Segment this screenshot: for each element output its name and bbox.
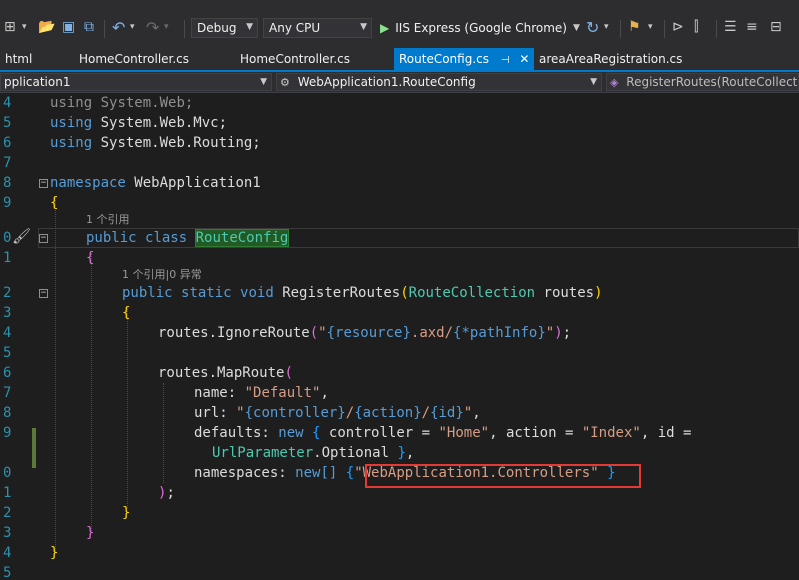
code-line-ignore-route: routes.IgnoreRoute("{resource}.axd/{*pat… (158, 325, 572, 341)
pin-icon[interactable]: ⊣ (501, 55, 510, 66)
collapse-class-icon[interactable]: − (39, 234, 48, 243)
chevron-down-icon: ▼ (360, 22, 367, 32)
menu-bar (0, 0, 799, 8)
member-select[interactable]: ◈ RegisterRoutes(RouteCollection (606, 73, 799, 91)
navigation-bar: pplication1 ▼ ⚙ WebApplication1.RouteCon… (0, 72, 799, 93)
line-number: 3 (3, 305, 12, 321)
code-line-ns-close: } (50, 545, 59, 561)
line-number: 4 (3, 325, 12, 341)
code-line-method: public static void RegisterRoutes(RouteC… (122, 285, 603, 301)
line-number: 0 (3, 230, 12, 246)
browser-link-dropdown-icon[interactable]: ▾ (648, 16, 653, 38)
comment-icon[interactable]: ☰ (724, 16, 737, 38)
solution-configuration-select[interactable]: Debug ▼ (191, 18, 258, 38)
line-number: 9 (3, 425, 12, 441)
code-line-using-mvc: using System.Web.Mvc; (50, 115, 228, 131)
line-number: 8 (3, 175, 12, 191)
collapse-namespace-icon[interactable]: − (39, 179, 48, 188)
line-number: 0 (3, 465, 12, 481)
code-line-method-close: } (122, 505, 131, 521)
type-select[interactable]: ⚙ WebApplication1.RouteConfig ▼ (276, 73, 602, 91)
undo-icon[interactable]: ↶ (112, 16, 125, 38)
redo-dropdown-icon[interactable]: ▾ (164, 16, 169, 38)
solution-platform-select[interactable]: Any CPU ▼ (263, 18, 372, 38)
uncomment-icon[interactable]: ≡ (746, 16, 758, 38)
chevron-down-icon: ▼ (260, 77, 267, 87)
annotation-highlight-box (365, 464, 641, 488)
document-tabs: html HomeController.cs HomeController.cs… (0, 48, 799, 72)
line-number: 9 (3, 195, 12, 211)
change-indicator (32, 428, 36, 468)
save-icon[interactable]: ▣ (62, 16, 75, 38)
tab-homecontroller-1[interactable]: HomeController.cs (74, 48, 224, 70)
code-line-url: url: "{controller}/{action}/{id}", (194, 405, 481, 421)
bookmark-icon[interactable]: ⊟ (770, 16, 782, 38)
start-debugging-button[interactable]: ▶ IIS Express (Google Chrome) ▼ (380, 18, 580, 38)
code-line-name: name: "Default", (194, 385, 329, 401)
new-project-icon[interactable]: ⊞ (4, 16, 16, 38)
redo-icon[interactable]: ↷ (146, 16, 159, 38)
codelens-method-references[interactable]: 1 个引用|0 异常 (122, 268, 202, 282)
line-number: 5 (3, 345, 12, 361)
dropdown-arrow-icon[interactable]: ▾ (22, 16, 27, 38)
code-line-ns-open: { (50, 195, 59, 211)
line-number: 6 (3, 135, 12, 151)
quick-action-icon[interactable]: 🖌 (12, 227, 31, 245)
refresh-icon[interactable]: ↻ (586, 16, 599, 38)
close-icon[interactable]: ✕ (519, 52, 529, 66)
line-number: 1 (3, 250, 12, 266)
browser-link-icon[interactable]: ⚑ (628, 16, 641, 38)
line-number: 5 (3, 565, 12, 580)
line-number: 8 (3, 405, 12, 421)
code-line-using-routing: using System.Web.Routing; (50, 135, 261, 151)
project-select[interactable]: pplication1 ▼ (0, 73, 272, 91)
line-number: 2 (3, 505, 12, 521)
code-line-using-web: using System.Web; (50, 95, 194, 111)
chevron-down-icon: ▼ (246, 22, 253, 32)
layout-icon[interactable]: ⫿ (694, 16, 698, 38)
undo-dropdown-icon[interactable]: ▾ (130, 16, 135, 38)
chevron-down-icon: ▼ (590, 77, 597, 87)
play-icon: ▶ (380, 21, 390, 35)
line-number: 7 (3, 385, 12, 401)
line-number: 6 (3, 365, 12, 381)
standard-toolbar: ⊞ ▾ 📂 ▣ ⧉ ↶ ▾ ↷ ▾ Debug ▼ Any CPU ▼ ▶ II… (0, 8, 799, 48)
code-line-defaults: defaults: new { controller = "Home", act… (194, 425, 692, 441)
line-number: 7 (3, 155, 12, 171)
line-number: 4 (3, 95, 12, 111)
chevron-down-icon: ▼ (572, 23, 580, 33)
code-line-urlparameter: UrlParameter.Optional }, (212, 445, 415, 461)
codelens-class-references[interactable]: 1 个引用 (86, 213, 130, 227)
tab-html[interactable]: html (0, 48, 60, 70)
collapse-method-icon[interactable]: − (39, 289, 48, 298)
open-folder-icon[interactable]: 📂 (38, 16, 55, 38)
line-number: 5 (3, 115, 12, 131)
line-number: 1 (3, 485, 12, 501)
class-icon: ⚙ (280, 76, 290, 89)
line-number: 3 (3, 525, 12, 541)
refresh-dropdown-icon[interactable]: ▾ (604, 16, 609, 38)
code-line-class: public class RouteConfig (86, 229, 290, 247)
line-number: 2 (3, 285, 12, 301)
code-line-map-route-close: ); (158, 485, 175, 501)
code-line-map-route: routes.MapRoute( (158, 365, 293, 381)
method-icon: ◈ (610, 76, 619, 89)
code-line-method-open: { (122, 305, 131, 321)
tab-routeconfig[interactable]: RouteConfig.cs ⊣ ✕ (394, 48, 534, 70)
code-line-class-close: } (86, 525, 95, 541)
line-number: 4 (3, 545, 12, 561)
tab-homecontroller-2[interactable]: HomeController.cs (235, 48, 390, 70)
code-line-class-open: { (86, 250, 95, 266)
step-icon[interactable]: ⊳ (672, 16, 684, 38)
code-editor[interactable]: 4 5 6 7 8 9 0 1 2 3 4 5 6 7 8 9 0 1 2 3 4 5 − − − 🖌 using Sys… (0, 93, 799, 580)
code-line-namespace: namespace WebApplication1 (50, 175, 261, 191)
tab-area-registration[interactable]: areaAreaRegistration.cs (534, 48, 709, 70)
save-all-icon[interactable]: ⧉ (84, 16, 94, 38)
